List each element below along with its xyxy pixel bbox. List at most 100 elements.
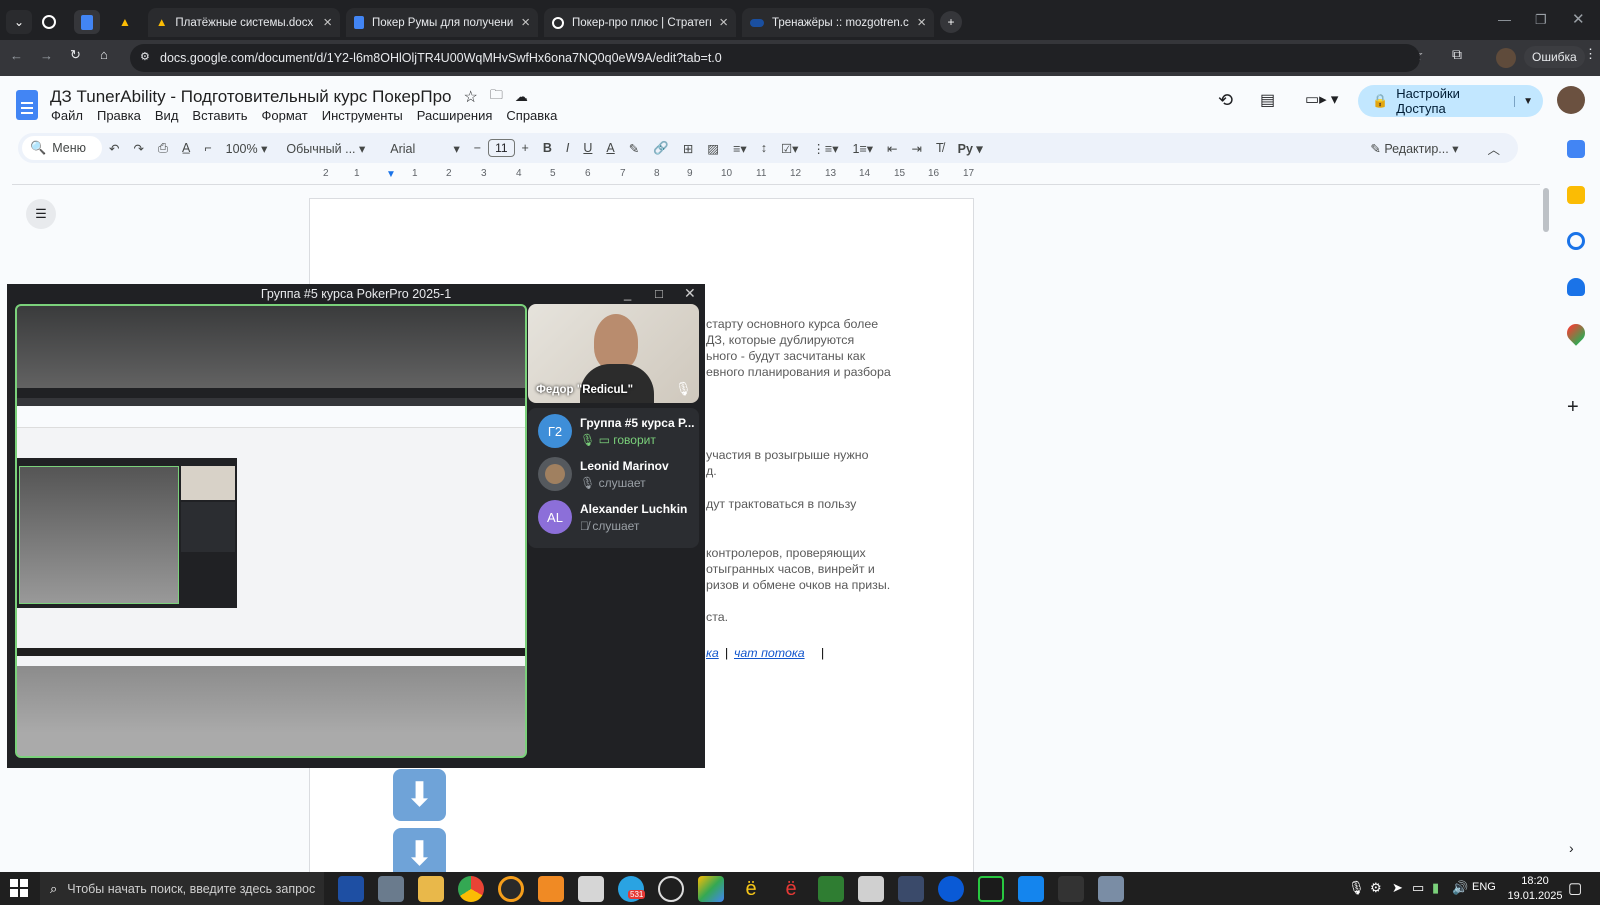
font-size-decrease-icon[interactable]: −	[474, 141, 481, 155]
share-button[interactable]: 🔒 Настройки Доступа ▼	[1358, 85, 1543, 117]
line-spacing-icon[interactable]: ↕	[761, 141, 767, 155]
font-size-input[interactable]: 11	[488, 139, 515, 157]
chevron-up-icon[interactable]: ︿	[1487, 139, 1500, 158]
menu-insert[interactable]: Вставить	[192, 108, 247, 123]
increase-indent-icon[interactable]: ⇥	[912, 141, 922, 156]
tracker-app-icon[interactable]	[1098, 876, 1124, 902]
microphone-icon[interactable]: 🎙	[1348, 880, 1365, 896]
volume-icon[interactable]: 🔊	[1452, 880, 1468, 896]
participant-row[interactable]: Г2 Группа #5 курса P... 🎙 ▭ говорит	[538, 414, 698, 452]
reload-icon[interactable]: ↻	[70, 47, 81, 63]
menu-help[interactable]: Справка	[506, 108, 557, 123]
tray-icon[interactable]: ⚙	[1370, 880, 1382, 896]
maximize-icon[interactable]: ❐	[1535, 12, 1547, 28]
tab-search-button[interactable]: ⌄	[6, 10, 32, 34]
document-title[interactable]: ДЗ TunerAbility - Подготовительный курс …	[50, 87, 451, 107]
menu-edit[interactable]: Правка	[97, 108, 141, 123]
tab-2[interactable]: Покер Румы для получения б ×	[346, 8, 538, 37]
redo-icon[interactable]: ↷	[133, 141, 143, 156]
yo-app-icon[interactable]: ё	[738, 876, 764, 902]
yo-app-red-icon[interactable]: ё	[778, 876, 804, 902]
windows-start-icon[interactable]	[10, 879, 28, 897]
hw-app-icon[interactable]	[938, 876, 964, 902]
site-info-icon[interactable]: ⚙	[140, 50, 150, 63]
star-icon[interactable]: ☆	[463, 87, 477, 107]
doc-link[interactable]: ка	[706, 646, 719, 660]
chrome-icon[interactable]	[458, 876, 484, 902]
telegram-tray-icon[interactable]: ➤	[1392, 880, 1403, 896]
close-icon[interactable]: ×	[719, 14, 728, 31]
menu-extensions[interactable]: Расширения	[417, 108, 493, 123]
forward-icon[interactable]: →	[40, 48, 53, 63]
poker-app-icon[interactable]	[818, 876, 844, 902]
menu-file[interactable]: Файл	[51, 108, 83, 123]
battery-icon[interactable]: ▮	[1432, 880, 1439, 896]
h-app-icon[interactable]	[1058, 876, 1084, 902]
telegram-icon[interactable]: 531	[618, 876, 646, 902]
tasks-icon[interactable]	[1567, 232, 1585, 250]
scrollbar-thumb[interactable]	[1543, 188, 1549, 232]
undo-icon[interactable]: ↶	[109, 141, 119, 156]
close-window-icon[interactable]: ✕	[1572, 10, 1585, 28]
power-app-icon[interactable]	[498, 876, 524, 902]
input-tools-icon[interactable]: Ру ▾	[958, 141, 983, 156]
outline-toggle-icon[interactable]: ☰	[26, 199, 56, 229]
underline-icon[interactable]: U	[583, 141, 592, 155]
comments-icon[interactable]: ▤	[1260, 90, 1275, 110]
highlight-icon[interactable]: ✎	[629, 141, 639, 156]
account-avatar[interactable]	[1557, 86, 1585, 114]
bulleted-list-icon[interactable]: ⋮≡▾	[812, 141, 838, 156]
keep-icon[interactable]	[1567, 186, 1585, 204]
zoom-select[interactable]: 100% ▾	[226, 141, 268, 156]
maps-icon[interactable]	[1563, 320, 1589, 346]
style-select[interactable]: Обычный ... ▾	[286, 141, 365, 156]
participant-row[interactable]: AL Alexander Luchkin 🎙̸ слушает	[538, 500, 698, 538]
menu-search[interactable]: 🔍 Меню	[22, 136, 102, 160]
file-explorer-network-icon[interactable]	[378, 876, 404, 902]
calendar-icon[interactable]	[1567, 140, 1585, 158]
notifications-icon[interactable]: ▢	[1568, 879, 1582, 897]
windows-app-icon[interactable]	[858, 876, 884, 902]
menu-format[interactable]: Формат	[262, 108, 308, 123]
hm-app-icon[interactable]	[978, 876, 1004, 902]
back-icon[interactable]: ←	[10, 48, 23, 63]
italic-icon[interactable]: I	[566, 141, 569, 155]
contacts-icon[interactable]	[1567, 278, 1585, 296]
align-icon[interactable]: ≡▾	[733, 141, 747, 156]
drive-app-icon[interactable]	[698, 876, 724, 902]
profile-status-chip[interactable]: Ошибка	[1524, 46, 1585, 68]
openai-icon[interactable]	[658, 876, 684, 902]
pinned-tab-drive[interactable]: ▲	[112, 10, 138, 34]
folder-icon[interactable]	[418, 876, 444, 902]
tab-1[interactable]: ▲ Платёжные системы.docx - G ×	[148, 8, 340, 37]
cloud-status-icon[interactable]: ☁	[515, 89, 528, 105]
move-folder-icon[interactable]: 🗀	[490, 86, 503, 108]
new-tab-button[interactable]: +	[940, 11, 962, 33]
extensions-icon[interactable]: ⧉	[1452, 46, 1462, 63]
close-icon[interactable]: ×	[917, 14, 926, 31]
language-indicator[interactable]: ENG	[1472, 881, 1496, 893]
font-size-increase-icon[interactable]: +	[522, 141, 529, 155]
pinned-tab-chatgpt[interactable]	[36, 10, 62, 34]
minimize-icon[interactable]: _	[624, 286, 631, 301]
pinned-tab-docs[interactable]	[74, 10, 100, 34]
clock-date[interactable]: 19.01.2025	[1503, 890, 1567, 902]
meet-icon[interactable]: ▭▸ ▾	[1305, 90, 1338, 108]
bold-icon[interactable]: B	[543, 141, 552, 155]
clock-time[interactable]: 18:20	[1510, 875, 1560, 887]
chevron-right-icon[interactable]: ›	[1569, 840, 1574, 856]
paint-format-icon[interactable]: ⌐	[204, 141, 211, 155]
profile-avatar[interactable]	[1496, 48, 1516, 68]
history-icon[interactable]: ⟲	[1218, 90, 1233, 111]
close-icon[interactable]: ✕	[684, 285, 696, 302]
chevron-down-icon[interactable]: ▼	[1514, 95, 1533, 107]
tab-4[interactable]: Тренажёры :: mozgotren.com ×	[742, 8, 934, 37]
link-icon[interactable]: 🔗	[653, 141, 669, 156]
monitor-app-icon[interactable]	[898, 876, 924, 902]
close-icon[interactable]: ×	[521, 14, 530, 31]
insert-image-icon[interactable]: ▨	[707, 141, 719, 156]
participant-row[interactable]: Leonid Marinov 🎙 слушает	[538, 457, 698, 495]
docs-logo-icon[interactable]	[16, 90, 38, 120]
screen-share-view[interactable]	[15, 304, 527, 758]
close-icon[interactable]: ×	[323, 14, 332, 31]
